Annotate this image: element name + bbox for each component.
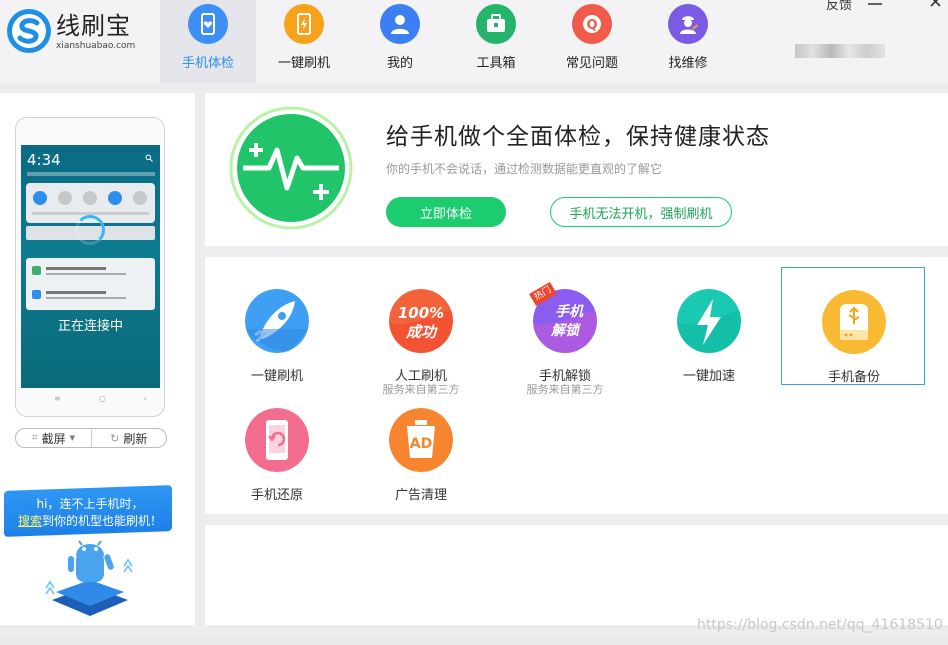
phone-clock: 4:34	[27, 151, 61, 169]
watermark: https://blog.csdn.net/qq_41618510	[697, 617, 943, 633]
refresh-button[interactable]: ↻ 刷新	[90, 429, 167, 447]
tool-one-click-flash[interactable]: 一键刷机	[205, 267, 349, 385]
tab-label: 我的	[386, 56, 413, 71]
loading-spinner-icon	[75, 215, 105, 245]
question-icon: Q	[572, 4, 612, 44]
tab-label: 常见问题	[565, 56, 618, 71]
menu-icon[interactable]	[866, 0, 884, 8]
tool-phone-restore[interactable]: 手机还原	[205, 386, 349, 504]
phone-frame: 4:34 正在连接中 ≡○‹	[15, 117, 165, 417]
blurred-user-info	[795, 44, 885, 58]
tool-label: 手机还原	[250, 488, 303, 503]
feedback-link[interactable]: 反馈	[826, 0, 852, 13]
status-strip	[0, 637, 948, 645]
brand: 线刷宝 xianshuabao.com	[56, 12, 135, 52]
banner-line-1: hi，连不上手机时，	[36, 497, 144, 511]
user-icon	[380, 4, 420, 44]
tool-phone-backup[interactable]: 手机备份	[781, 267, 925, 385]
tool-label: 广告清理	[394, 488, 447, 503]
phone-nav-buttons: ≡○‹	[54, 394, 185, 403]
banner-line-2: 搜索到你的机型也能刷机！	[0, 512, 180, 529]
ad-clean-icon: AD	[389, 408, 453, 472]
screenshot-label: 截屏	[41, 431, 66, 446]
brand-name: 线刷宝	[56, 12, 131, 40]
rocket-icon	[245, 289, 309, 353]
tab-faq[interactable]: Q 常见问题	[544, 0, 640, 83]
brand-domain: xianshuabao.com	[56, 41, 136, 51]
tab-toolbox[interactable]: 工具箱	[448, 0, 544, 83]
crop-icon: ⌗	[31, 431, 38, 444]
lightning-icon	[677, 289, 741, 353]
usb-notification	[26, 258, 155, 310]
toolbox-icon	[476, 4, 516, 44]
phone-date-line	[27, 172, 155, 176]
android-robot-icon	[45, 540, 133, 616]
checkup-panel: 给手机做个全面体检，保持健康状态 你的手机不会说话，通过检测数据能更直观的了解它…	[205, 93, 948, 246]
tab-label: 工具箱	[476, 56, 516, 71]
connecting-status: 正在连接中	[57, 319, 123, 334]
icon-text-100: 100%	[398, 304, 444, 322]
bottom-panel	[205, 525, 948, 625]
phone-restore-icon	[245, 408, 309, 472]
refresh-icon: ↻	[110, 431, 120, 445]
search-icon	[145, 154, 153, 162]
tab-label: 手机体检	[181, 56, 234, 71]
banner-line-2-text: 到你的机型也能刷机！	[42, 514, 163, 528]
force-flash-button[interactable]: 手机无法开机，强制刷机	[550, 197, 732, 227]
svg-text:Q: Q	[586, 18, 597, 33]
tab-label: 找维修	[668, 56, 708, 71]
tool-manual-flash[interactable]: 100% 成功 人工刷机 服务来自第三方	[349, 267, 493, 396]
screenshot-button[interactable]: ⌗ 截屏 ▼	[16, 429, 91, 447]
tab-mine[interactable]: 我的	[352, 0, 448, 83]
tab-find-repair[interactable]: 找维修	[640, 0, 736, 83]
tool-sub: 服务来自第三方	[526, 383, 604, 396]
top-nav: 手机体检 一键刷机 我的 工具箱 Q 常见问题 找维修	[160, 0, 736, 83]
tool-ad-clean[interactable]: AD 广告清理	[349, 386, 493, 504]
minimize-icon[interactable]	[898, 0, 916, 8]
tab-phone-checkup[interactable]: 手机体检	[160, 0, 256, 83]
phone-screen: 4:34 正在连接中	[21, 145, 160, 388]
tool-speed-up[interactable]: 一键加速	[637, 267, 781, 385]
search-model-banner: hi，连不上手机时， 搜索到你的机型也能刷机！	[0, 485, 195, 625]
tab-label: 一键刷机	[277, 56, 330, 71]
refresh-label: 刷新	[123, 431, 148, 446]
usb-drive-icon	[822, 290, 886, 354]
header: 线刷宝 xianshuabao.com 手机体检 一键刷机 我的 工具箱 Q 常…	[0, 0, 948, 83]
phone-flash-icon	[284, 4, 324, 44]
checkup-title: 给手机做个全面体检，保持健康状态	[386, 124, 770, 150]
search-link[interactable]: 搜索	[18, 514, 42, 528]
chevron-down-icon: ▼	[69, 434, 76, 442]
device-action-buttons: ⌗ 截屏 ▼ ↻ 刷新	[15, 428, 167, 448]
tool-label: 手机备份	[827, 370, 880, 385]
icon-text-ad: AD	[410, 436, 432, 452]
tab-one-click-flash[interactable]: 一键刷机	[256, 0, 352, 83]
close-icon[interactable]	[928, 0, 946, 8]
tool-label: 一键刷机	[250, 369, 303, 384]
tools-panel: 一键刷机 100% 成功 人工刷机 服务来自第三方 手机 解锁 热门 手机解锁 …	[205, 257, 948, 514]
phone-heart-icon	[188, 4, 228, 44]
xianshuabao-logo-icon	[7, 9, 51, 53]
start-checkup-button[interactable]: 立即体检	[386, 197, 506, 227]
checkup-subtitle: 你的手机不会说话，通过检测数据能更直观的了解它	[386, 162, 663, 176]
health-pulse-icon	[229, 106, 353, 230]
device-panel: 4:34 正在连接中 ≡○‹ ⌗ 截屏 ▼ ↻ 刷新 hi，连不上手机时， 搜索…	[0, 93, 195, 625]
icon-text-unlock: 解锁	[550, 322, 582, 339]
icon-text-phone: 手机	[555, 303, 584, 320]
100-percent-success-icon: 100% 成功	[389, 289, 453, 353]
tool-phone-unlock[interactable]: 手机 解锁 热门 手机解锁 服务来自第三方	[493, 267, 637, 396]
tool-label: 一键加速	[682, 369, 735, 384]
icon-text-success: 成功	[405, 323, 438, 341]
repairman-icon	[668, 4, 708, 44]
